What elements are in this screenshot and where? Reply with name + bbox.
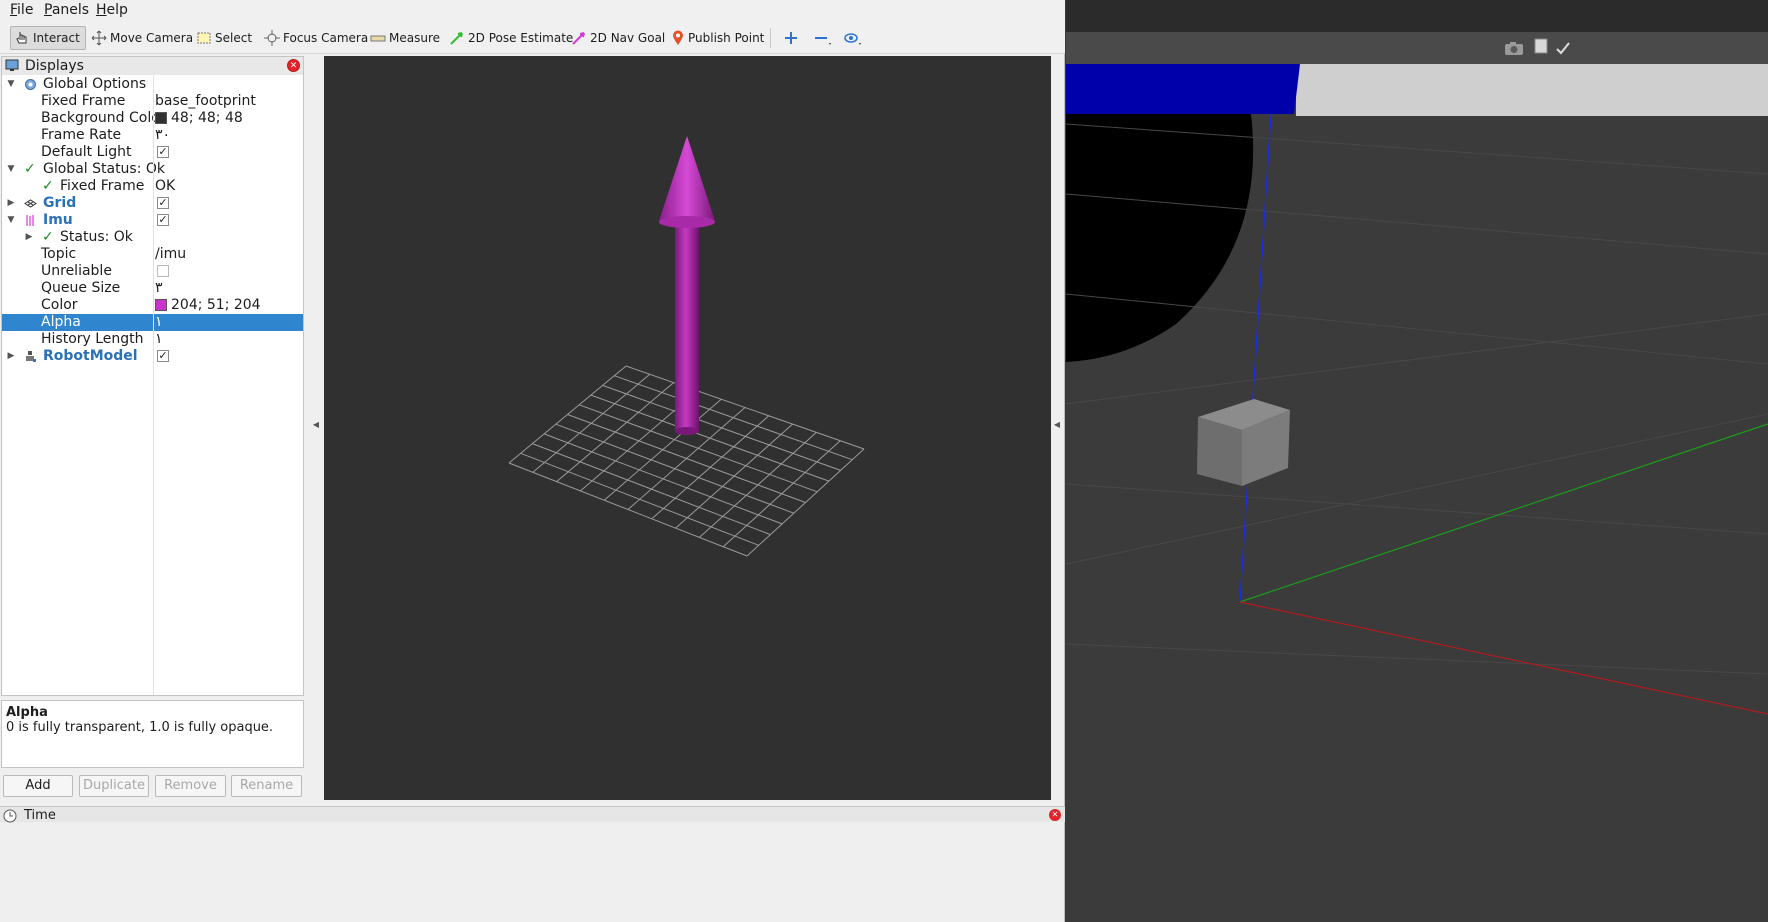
grid-icon [24, 199, 37, 208]
gear-icon [25, 79, 36, 90]
check-icon: ✓ [42, 229, 54, 245]
color-swatch [155, 299, 167, 311]
menu-file[interactable]: File [10, 2, 33, 18]
robot-icon [26, 351, 36, 362]
displays-panel: Displays ✕ ▼ Global Options Fixed Frame … [1, 56, 304, 696]
description-title: Alpha [6, 705, 48, 720]
gazebo-window [1066, 0, 1768, 922]
time-panel-header: Time ✕ [0, 806, 1065, 823]
log-icon[interactable] [1534, 38, 1548, 54]
unreliable-checkbox[interactable] [157, 265, 169, 277]
select-box-icon [197, 32, 211, 44]
duplicate-button[interactable]: Duplicate [79, 775, 149, 797]
check-icon[interactable] [1556, 41, 1570, 55]
select-tool-button[interactable]: Select [193, 26, 255, 50]
menu-help[interactable]: Help [96, 2, 128, 18]
camera-icon[interactable] [1504, 40, 1524, 56]
remove-button[interactable]: Remove [155, 775, 226, 797]
check-icon: ✓ [24, 161, 36, 177]
focus-camera-tool-button[interactable]: Focus Camera [261, 26, 371, 50]
view-options-tool-button[interactable] [840, 26, 866, 50]
column-divider[interactable] [153, 75, 154, 695]
menu-bar: File Panels Help [0, 0, 1065, 22]
interact-tool-button[interactable]: Interact [10, 26, 86, 50]
nav-goal-tool-button[interactable]: 2D Nav Goal [568, 26, 668, 50]
add-tool-button[interactable] [780, 26, 802, 50]
focus-crosshair-icon [264, 30, 280, 46]
expand-arrow-icon[interactable]: ▼ [6, 161, 16, 178]
remove-tool-button[interactable] [810, 26, 836, 50]
monitor-icon [5, 59, 19, 71]
close-icon[interactable]: ✕ [1049, 809, 1061, 821]
ruler-icon [370, 35, 386, 42]
color-swatch [155, 112, 167, 124]
gazebo-titlebar [1066, 0, 1768, 32]
right-splitter-handle[interactable]: ◀ [1053, 420, 1061, 434]
green-arrow-icon [450, 32, 463, 45]
grid-enabled-checkbox[interactable]: ✓ [157, 197, 169, 209]
gazebo-toolbar [1066, 32, 1768, 64]
displays-panel-header: Displays ✕ [2, 57, 303, 75]
map-pin-icon [673, 30, 683, 45]
rviz-window: File Panels Help Interact Move Camera Se… [0, 0, 1065, 922]
plus-icon [785, 32, 797, 44]
clock-icon [3, 809, 17, 823]
render-3d-view[interactable] [324, 56, 1051, 800]
close-icon[interactable]: ✕ [287, 59, 300, 72]
check-icon: ✓ [42, 178, 54, 194]
add-button[interactable]: Add [3, 775, 73, 797]
imu-enabled-checkbox[interactable]: ✓ [157, 214, 169, 226]
move-arrows-icon [91, 30, 107, 46]
menu-panels[interactable]: Panels [44, 2, 89, 18]
move-camera-tool-button[interactable]: Move Camera [88, 26, 196, 50]
left-splitter-handle[interactable]: ◀ [312, 420, 320, 434]
robot-model-enabled-checkbox[interactable]: ✓ [157, 350, 169, 362]
magenta-arrow-icon [572, 32, 585, 45]
expand-arrow-icon[interactable]: ▼ [6, 76, 16, 93]
hand-pointer-icon [16, 32, 27, 44]
rename-button[interactable]: Rename [231, 775, 302, 797]
pose-estimate-tool-button[interactable]: 2D Pose Estimate [446, 26, 576, 50]
scene-svg [508, 136, 865, 557]
publish-point-tool-button[interactable]: Publish Point [668, 26, 767, 50]
description-text: 0 is fully transparent, 1.0 is fully opa… [6, 720, 274, 735]
tool-toolbar: Interact Move Camera Select Focus Camera… [0, 22, 1065, 54]
collapse-arrow-icon[interactable]: ▶ [24, 229, 34, 246]
collapse-arrow-icon[interactable]: ▶ [6, 348, 16, 365]
measure-tool-button[interactable]: Measure [367, 26, 443, 50]
default-light-checkbox[interactable]: ✓ [157, 146, 169, 158]
expand-arrow-icon[interactable]: ▼ [6, 212, 16, 229]
imu-icon [26, 215, 34, 226]
minus-icon [815, 37, 831, 45]
imu-color-value[interactable]: 204; 51; 204 [155, 297, 261, 314]
toolbar-separator [770, 28, 771, 48]
eye-icon [844, 33, 861, 45]
background-color-value[interactable]: 48; 48; 48 [155, 110, 243, 127]
collapse-arrow-icon[interactable]: ▶ [6, 195, 16, 212]
property-description: Alpha 0 is fully transparent, 1.0 is ful… [1, 700, 304, 768]
gazebo-scene [1066, 64, 1768, 922]
imu-arrow [659, 136, 715, 435]
